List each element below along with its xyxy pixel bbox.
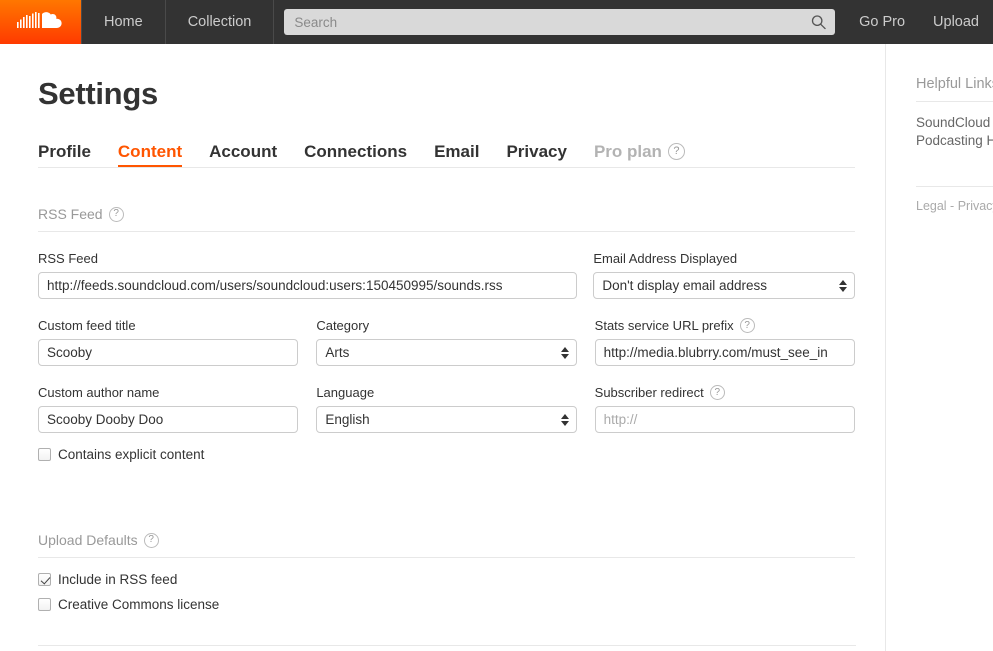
form-row-rss-feed: RSS Feed Email Address Displayed Don't d…: [38, 250, 855, 299]
stats-url-prefix-label: Stats service URL prefix ?: [595, 317, 855, 334]
go-pro-label: Go Pro: [859, 14, 905, 30]
creative-commons-checkbox-row[interactable]: Creative Commons license: [38, 597, 855, 612]
stats-url-prefix-help-icon[interactable]: ?: [740, 318, 755, 333]
upload-defaults-section-heading: Upload Defaults ?: [38, 532, 855, 558]
field-custom-feed-title: Custom feed title: [38, 317, 298, 366]
page-body: Settings Profile Content Account Connect…: [0, 44, 993, 651]
upload-defaults-heading-label: Upload Defaults: [38, 532, 138, 548]
nav-collection-label: Collection: [188, 14, 252, 30]
email-display-select[interactable]: Don't display email address: [593, 272, 855, 299]
field-subscriber-redirect: Subscriber redirect ?: [595, 384, 855, 433]
field-custom-author-name: Custom author name: [38, 384, 298, 433]
include-rss-label[interactable]: Include in RSS feed: [58, 572, 177, 587]
rss-feed-help-icon[interactable]: ?: [109, 207, 124, 222]
top-navigation-bar: Home Collection Go Pro Upload: [0, 0, 993, 44]
search-icon[interactable]: [811, 15, 826, 30]
settings-tabs: Profile Content Account Connections Emai…: [38, 137, 855, 168]
language-label: Language: [316, 384, 576, 401]
bottom-divider: [38, 645, 856, 646]
creative-commons-checkbox[interactable]: [38, 598, 51, 611]
nav-item-collection[interactable]: Collection: [166, 0, 275, 44]
subscriber-redirect-label-text: Subscriber redirect: [595, 385, 704, 400]
rss-feed-section-heading: RSS Feed ?: [38, 206, 855, 232]
field-rss-feed: RSS Feed: [38, 250, 577, 299]
tab-connections-label: Connections: [304, 142, 407, 161]
field-stats-url-prefix: Stats service URL prefix ?: [595, 317, 855, 366]
email-display-label: Email Address Displayed: [593, 250, 855, 267]
field-language: Language English: [316, 384, 576, 433]
page-title: Settings: [38, 44, 855, 112]
sidebar-divider: [916, 186, 993, 187]
upload-label: Upload: [933, 14, 979, 30]
language-select-wrap: English: [316, 406, 576, 433]
search-container: [274, 0, 845, 44]
rss-feed-heading-label: RSS Feed: [38, 206, 103, 222]
language-select[interactable]: English: [316, 406, 576, 433]
category-label-text: Category: [316, 318, 369, 333]
include-rss-checkbox[interactable]: [38, 573, 51, 586]
tab-profile[interactable]: Profile: [38, 143, 91, 167]
sidebar-title: Helpful Links: [916, 76, 993, 102]
pro-plan-help-icon[interactable]: ?: [668, 143, 685, 160]
tab-email[interactable]: Email: [434, 143, 479, 167]
search-input[interactable]: [284, 9, 835, 35]
subscriber-redirect-label: Subscriber redirect ?: [595, 384, 855, 401]
nav-right-group: Go Pro Upload: [845, 0, 993, 44]
category-label: Category: [316, 317, 576, 334]
upload-link[interactable]: Upload: [919, 0, 993, 44]
email-display-label-text: Email Address Displayed: [593, 251, 737, 266]
subscriber-redirect-help-icon[interactable]: ?: [710, 385, 725, 400]
language-label-text: Language: [316, 385, 374, 400]
creative-commons-label[interactable]: Creative Commons license: [58, 597, 219, 612]
tab-pro-plan: Pro plan ?: [594, 143, 685, 167]
rss-feed-label: RSS Feed: [38, 250, 577, 267]
include-rss-checkbox-row[interactable]: Include in RSS feed: [38, 572, 855, 587]
custom-feed-title-input[interactable]: [38, 339, 298, 366]
go-pro-link[interactable]: Go Pro: [845, 0, 919, 44]
email-display-select-wrap: Don't display email address: [593, 272, 855, 299]
stats-url-prefix-input[interactable]: [595, 339, 855, 366]
custom-author-name-input[interactable]: [38, 406, 298, 433]
stats-url-prefix-label-text: Stats service URL prefix: [595, 318, 734, 333]
subscriber-redirect-input[interactable]: [595, 406, 855, 433]
custom-author-name-label: Custom author name: [38, 384, 298, 401]
tab-privacy-label: Privacy: [506, 142, 567, 161]
explicit-content-checkbox-row[interactable]: Contains explicit content: [38, 447, 855, 462]
rss-feed-input[interactable]: [38, 272, 577, 299]
sidebar-link-line-2: Podcasting Help: [916, 132, 993, 150]
explicit-content-checkbox[interactable]: [38, 448, 51, 461]
rss-feed-label-text: RSS Feed: [38, 251, 98, 266]
tab-account-label: Account: [209, 142, 277, 161]
soundcloud-logo[interactable]: [0, 0, 81, 44]
tab-connections[interactable]: Connections: [304, 143, 407, 167]
custom-feed-title-label-text: Custom feed title: [38, 318, 136, 333]
sidebar-link-line-1: SoundCloud for: [916, 114, 993, 132]
nav-item-home[interactable]: Home: [81, 0, 166, 44]
upload-defaults-help-icon[interactable]: ?: [144, 533, 159, 548]
tab-content-label: Content: [118, 142, 182, 161]
category-select-wrap: Arts: [316, 339, 576, 366]
field-category: Category Arts: [316, 317, 576, 366]
category-select[interactable]: Arts: [316, 339, 576, 366]
explicit-content-label[interactable]: Contains explicit content: [58, 447, 204, 462]
tab-profile-label: Profile: [38, 142, 91, 161]
soundcloud-logo-icon: [17, 11, 65, 33]
sidebar-link-podcasting-help[interactable]: SoundCloud for Podcasting Help: [916, 114, 993, 150]
settings-content-column: Settings Profile Content Account Connect…: [0, 44, 886, 651]
field-email-display: Email Address Displayed Don't display em…: [593, 250, 855, 299]
helpful-links-sidebar: Helpful Links SoundCloud for Podcasting …: [887, 44, 993, 651]
form-row-feed-title: Custom feed title Category Arts: [38, 317, 855, 366]
tab-account[interactable]: Account: [209, 143, 277, 167]
sidebar-legal-privacy-links[interactable]: Legal - Privacy: [916, 199, 993, 213]
custom-author-name-label-text: Custom author name: [38, 385, 159, 400]
nav-home-label: Home: [104, 14, 143, 30]
tab-content[interactable]: Content: [118, 143, 182, 167]
tab-pro-plan-label: Pro plan: [594, 143, 662, 160]
form-row-author-name: Custom author name Language English: [38, 384, 855, 433]
tab-email-label: Email: [434, 142, 479, 161]
tab-privacy[interactable]: Privacy: [506, 143, 567, 167]
custom-feed-title-label: Custom feed title: [38, 317, 298, 334]
search-box[interactable]: [284, 9, 835, 35]
